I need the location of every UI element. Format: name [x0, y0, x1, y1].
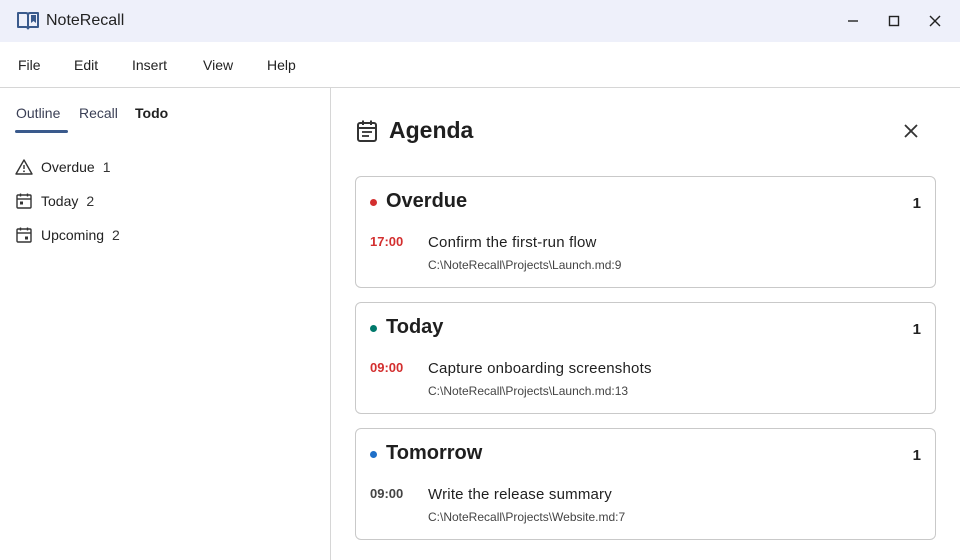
calendar-today-icon: [16, 193, 32, 209]
agenda-panel: Agenda Overdue 1 17:00 Confirm the first…: [332, 88, 960, 560]
agenda-icon: [357, 120, 377, 142]
task-time: 17:00: [370, 234, 404, 249]
warning-icon: [15, 159, 33, 175]
section-count: 1: [912, 321, 921, 338]
maximize-button[interactable]: [873, 0, 915, 42]
task-text[interactable]: Write the release summary: [428, 486, 612, 503]
calendar-upcoming-icon: [16, 227, 32, 243]
section-count: 1: [912, 195, 921, 212]
section-title: Tomorrow: [386, 442, 483, 464]
task-path[interactable]: C:\NoteRecall\Projects\Launch.md:13: [428, 384, 628, 398]
section-title: Today: [386, 316, 444, 338]
title-bar: NoteRecall: [0, 0, 960, 42]
task-text[interactable]: Capture onboarding screenshots: [428, 360, 652, 377]
agenda-section-overdue: Overdue 1 17:00 Confirm the first-run fl…: [355, 176, 936, 288]
status-dot: [370, 325, 377, 332]
close-icon: [929, 15, 941, 27]
sidebar-item-count: 2: [86, 193, 95, 209]
sidebar: Outline Recall Todo Overdue 1 Today 2 Up…: [0, 88, 331, 560]
tab-recall[interactable]: Recall: [79, 105, 118, 121]
section-count: 1: [912, 447, 921, 464]
close-window-button[interactable]: [914, 0, 956, 42]
task-time: 09:00: [370, 486, 404, 501]
menu-insert[interactable]: Insert: [132, 57, 167, 73]
active-tab-indicator: [15, 130, 68, 133]
sidebar-item-count: 2: [112, 227, 120, 243]
status-dot: [370, 451, 377, 458]
menu-bar: File Edit Insert View Help: [0, 42, 960, 88]
tab-outline[interactable]: Outline: [16, 105, 60, 121]
minimize-icon: [848, 20, 858, 22]
minimize-button[interactable]: [832, 0, 874, 42]
menu-help[interactable]: Help: [267, 57, 296, 73]
close-icon: [904, 124, 918, 138]
status-dot: [370, 199, 377, 206]
menu-view[interactable]: View: [203, 57, 233, 73]
sidebar-item-label: Today: [41, 193, 79, 209]
tab-todo[interactable]: Todo: [135, 105, 168, 121]
app-title: NoteRecall: [46, 12, 125, 29]
menu-file[interactable]: File: [18, 57, 41, 73]
sidebar-item-count: 1: [102, 159, 111, 175]
sidebar-item-overdue[interactable]: Overdue 1: [15, 156, 111, 178]
section-title: Overdue: [386, 190, 468, 212]
task-time: 09:00: [370, 360, 404, 375]
book-icon: [17, 12, 39, 30]
task-path[interactable]: C:\NoteRecall\Projects\Website.md:7: [428, 510, 625, 524]
agenda-section-tomorrow: Tomorrow 1 09:00 Write the release summa…: [355, 428, 936, 540]
maximize-icon: [888, 15, 900, 27]
sidebar-item-label: Upcoming: [41, 227, 105, 243]
task-path[interactable]: C:\NoteRecall\Projects\Launch.md:9: [428, 258, 621, 272]
page-title: Agenda: [389, 117, 474, 143]
menu-edit[interactable]: Edit: [74, 57, 98, 73]
agenda-section-today: Today 1 09:00 Capture onboarding screens…: [355, 302, 936, 414]
task-text[interactable]: Confirm the first-run flow: [428, 234, 597, 251]
sidebar-item-label: Overdue: [41, 159, 95, 175]
sidebar-item-upcoming[interactable]: Upcoming 2: [15, 224, 120, 246]
close-panel-button[interactable]: [898, 118, 924, 144]
sidebar-item-today[interactable]: Today 2: [15, 190, 94, 212]
